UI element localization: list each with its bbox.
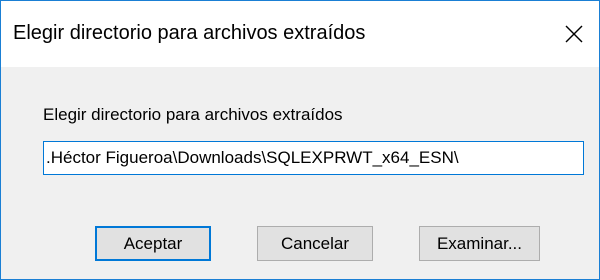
accept-button-label: Aceptar <box>123 233 183 253</box>
cancel-button[interactable]: Cancelar <box>257 226 373 261</box>
dialog-window: Elegir directorio para archivos extraído… <box>0 0 600 280</box>
cancel-button-label: Cancelar <box>280 233 350 253</box>
browse-button-label: Examinar... <box>436 233 523 253</box>
title-bar[interactable]: Elegir directorio para archivos extraído… <box>1 1 599 67</box>
close-icon <box>565 25 583 43</box>
close-button[interactable] <box>549 1 599 67</box>
accept-button[interactable]: Aceptar <box>95 226 211 261</box>
directory-label: Elegir directorio para archivos extraído… <box>43 105 343 124</box>
dialog-title: Elegir directorio para archivos extraído… <box>13 22 366 44</box>
directory-path-value: .Héctor Figueroa\Downloads\SQLEXPRWT_x64… <box>46 148 459 167</box>
browse-button[interactable]: Examinar... <box>419 226 540 261</box>
directory-path-input[interactable]: .Héctor Figueroa\Downloads\SQLEXPRWT_x64… <box>43 141 584 175</box>
